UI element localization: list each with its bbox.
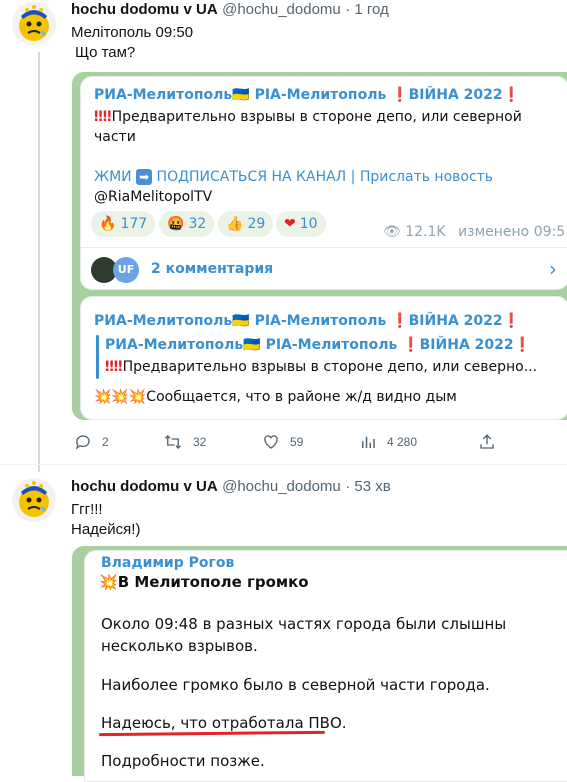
retweet-icon xyxy=(165,435,181,449)
commenter-avatar-initials: UF xyxy=(113,257,139,283)
thumbs-up-icon: 👍 xyxy=(226,216,244,232)
tweet-divider xyxy=(0,464,567,465)
cta-press: ЖМИ xyxy=(94,169,132,185)
author-name[interactable]: hochu dodomu v UA xyxy=(71,478,218,495)
send-news-link[interactable]: Прислать новость xyxy=(360,169,493,185)
tweet-text-line-1: Ггг!!! xyxy=(71,501,103,518)
eye-icon: 👁 xyxy=(383,224,401,240)
ukraine-flag-icon: 🇺🇦 xyxy=(243,337,261,353)
heart-icon: ❤ xyxy=(284,216,296,232)
author-handle[interactable]: @hochu_dodomu xyxy=(222,1,341,18)
quoted-text: ‼‼Предварительно взрывы в стороне депо, … xyxy=(105,359,538,375)
exclamation-icon: ❗ xyxy=(391,313,409,329)
post-edited-time: изменено 09:51 xyxy=(458,224,567,240)
author-name[interactable]: hochu dodomu v UA xyxy=(71,1,218,18)
view-count: 4 280 xyxy=(387,435,418,449)
tweet-time[interactable]: · 53 хв xyxy=(345,478,390,495)
post-paragraph-2: Наиболее громко было в северной части го… xyxy=(101,676,490,694)
reaction-fire[interactable]: 🔥 177 xyxy=(91,211,156,237)
reply-button[interactable]: 2 xyxy=(74,433,109,451)
quote-bar xyxy=(96,335,99,379)
reaction-heart[interactable]: ❤ 10 xyxy=(276,211,326,237)
tweet-header: hochu dodomu v UA @hochu_dodomu · 1 год xyxy=(71,1,389,19)
tweet-text-line-1: Мелітополь 09:50 xyxy=(71,24,194,41)
double-exclamation-icon: ‼‼ xyxy=(105,359,123,375)
exclamation-icon: ❗ xyxy=(402,337,420,353)
thread-line xyxy=(38,52,40,472)
arrow-right-icon: ➡ xyxy=(136,169,153,185)
channel-name: РИА-Мелитополь xyxy=(94,313,233,329)
ukraine-flag-icon: 🇺🇦 xyxy=(232,87,250,103)
telegram-post-card: Владимир Рогов 💥В Мелитополе громко Окол… xyxy=(84,550,567,782)
war-label: ВІЙНА 2022 xyxy=(408,313,503,329)
views-button[interactable]: 4 280 xyxy=(359,433,417,451)
channel-name: РИА-Мелитополь xyxy=(94,87,233,103)
reaction-angry[interactable]: 🤬 32 xyxy=(159,211,215,237)
channel-name-2: РIA-Мелитополь xyxy=(254,313,387,329)
forwarded-text: 💥💥💥Сообщается, что в районе ж/д видно ды… xyxy=(94,389,457,405)
post-paragraph-1: Около 09:48 в разных частях города были … xyxy=(101,615,507,655)
subscribe-link[interactable]: ПОДПИСАТЬСЯ НА КАНАЛ xyxy=(157,169,347,185)
retweet-button[interactable]: 32 xyxy=(163,433,206,451)
post-channel-title[interactable]: РИА-Мелитополь🇺🇦 РIA-Мелитополь ❗ВІЙНА 2… xyxy=(94,87,520,103)
tweet-time[interactable]: · 1 год xyxy=(345,1,389,18)
chevron-right-icon[interactable]: › xyxy=(549,257,557,281)
exclamation-icon: ❗ xyxy=(391,87,409,103)
share-button[interactable] xyxy=(478,433,496,451)
channel-name-2: РIA-Мелитополь xyxy=(254,87,387,103)
double-exclamation-icon: ‼‼ xyxy=(94,109,112,125)
cta-separator: | xyxy=(350,169,356,185)
explosion-icon: 💥💥💥 xyxy=(94,389,147,405)
post-text: ‼‼Предварительно взрывы в стороне депо, … xyxy=(94,109,522,145)
retweet-count: 32 xyxy=(193,435,207,449)
telegram-post-card: РИА-Мелитополь🇺🇦 РIA-Мелитополь ❗ВІЙНА 2… xyxy=(80,76,567,290)
post-views: 12.1K xyxy=(405,224,446,240)
comments-link[interactable]: 2 комментария xyxy=(151,261,273,277)
channel-handle-link[interactable]: @RiaMelitopolTV xyxy=(94,187,212,207)
reply-count: 2 xyxy=(102,435,109,449)
tweet-text-line-2: Надейся!) xyxy=(71,521,141,538)
post-title: 💥В Мелитополе громко xyxy=(99,573,309,591)
heart-outline-icon xyxy=(264,435,278,449)
tweet-text-line-2: Що там? xyxy=(75,44,136,61)
tweet-header: hochu dodomu v UA @hochu_dodomu · 53 хв xyxy=(71,478,391,496)
share-icon xyxy=(480,434,494,449)
ukraine-flag-icon: 🇺🇦 xyxy=(232,313,250,329)
post-meta: 👁 12.1K изменено 09:51 xyxy=(383,224,567,240)
quoted-channel-title[interactable]: РИА-Мелитополь🇺🇦 РIA-Мелитополь ❗ВІЙНА 2… xyxy=(105,337,531,353)
post-paragraph-4: Подробности позже. xyxy=(101,752,265,770)
card-divider xyxy=(81,247,567,248)
exclamation-icon: ❗ xyxy=(502,87,521,103)
avatar[interactable] xyxy=(12,478,56,522)
angry-face-icon: 🤬 xyxy=(167,216,185,232)
avatar[interactable] xyxy=(12,2,56,46)
post-author[interactable]: Владимир Рогов xyxy=(101,555,234,571)
reaction-thumbs-up[interactable]: 👍 29 xyxy=(218,211,274,237)
telegram-forwarded-card: РИА-Мелитополь🇺🇦 РIA-Мелитополь ❗ВІЙНА 2… xyxy=(80,296,567,420)
reply-icon xyxy=(75,435,90,450)
author-handle[interactable]: @hochu_dodomu xyxy=(222,478,341,495)
exclamation-icon: ❗ xyxy=(502,313,521,329)
post-channel-title[interactable]: РИА-Мелитополь🇺🇦 РIA-Мелитополь ❗ВІЙНА 2… xyxy=(94,313,520,329)
war-label: ВІЙНА 2022 xyxy=(408,87,503,103)
exclamation-icon: ❗ xyxy=(513,337,532,353)
like-button[interactable]: 59 xyxy=(262,433,303,451)
bar-chart-icon xyxy=(362,436,375,448)
fire-icon: 🔥 xyxy=(99,216,117,232)
explosion-icon: 💥 xyxy=(99,573,118,591)
like-count: 59 xyxy=(290,435,304,449)
post-cta: ЖМИ ➡ ПОДПИСАТЬСЯ НА КАНАЛ | Прислать но… xyxy=(94,167,493,187)
